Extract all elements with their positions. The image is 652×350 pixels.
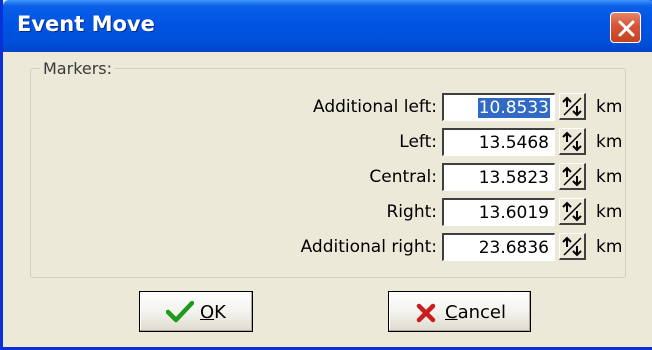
cancel-button[interactable]: Cancel <box>388 291 531 332</box>
spin-button[interactable] <box>559 233 586 260</box>
marker-row-right: Right: 13.6019 km <box>31 196 627 228</box>
unit-label: km <box>596 237 623 257</box>
marker-row-additional-left: Additional left: 10.8533 km <box>31 91 627 123</box>
spin-arrows-icon <box>562 236 582 257</box>
marker-row-additional-right: Additional right: 23.6836 km <box>31 231 627 263</box>
spin-button[interactable] <box>559 198 586 225</box>
ok-label: OK <box>200 302 226 323</box>
additional-right-input[interactable]: 23.6836 <box>442 233 555 261</box>
dialog-body: Markers: Additional left: 10.8533 km Lef… <box>6 52 652 347</box>
marker-value: 13.5468 <box>478 133 549 153</box>
marker-value: 13.6019 <box>478 203 549 223</box>
central-input[interactable]: 13.5823 <box>442 163 555 191</box>
unit-label: km <box>596 167 623 187</box>
marker-value: 10.8533 <box>477 98 550 118</box>
spin-arrows-icon <box>562 131 582 152</box>
marker-row-left: Left: 13.5468 km <box>31 126 627 158</box>
marker-value: 23.6836 <box>478 238 549 258</box>
marker-row-central: Central: 13.5823 km <box>31 161 627 193</box>
markers-group-label: Markers: <box>40 60 116 78</box>
spin-button[interactable] <box>559 163 586 190</box>
event-move-dialog: Event Move Markers: Additional left: 10.… <box>0 0 652 350</box>
x-mark-icon <box>416 303 436 323</box>
unit-label: km <box>596 132 623 152</box>
unit-label: km <box>596 97 623 117</box>
close-x-icon <box>618 20 635 37</box>
spin-button[interactable] <box>559 93 586 120</box>
spin-arrows-icon <box>562 166 582 187</box>
title-bar[interactable]: Event Move <box>3 0 652 52</box>
marker-value: 13.5823 <box>478 168 549 188</box>
close-button[interactable] <box>610 12 641 43</box>
marker-label: Additional left: <box>312 97 437 117</box>
cancel-label: Cancel <box>445 302 506 323</box>
window-title: Event Move <box>17 12 155 36</box>
spin-arrows-icon <box>562 96 582 117</box>
markers-groupbox: Markers: Additional left: 10.8533 km Lef… <box>30 60 627 278</box>
unit-label: km <box>596 202 623 222</box>
marker-label: Central: <box>369 167 437 187</box>
marker-label: Right: <box>386 202 438 222</box>
marker-label: Left: <box>399 132 437 152</box>
marker-label: Additional right: <box>300 237 437 257</box>
spin-arrows-icon <box>562 201 582 222</box>
spin-button[interactable] <box>559 128 586 155</box>
additional-left-input[interactable]: 10.8533 <box>442 93 555 121</box>
left-input[interactable]: 13.5468 <box>442 128 555 156</box>
checkmark-icon <box>166 301 194 323</box>
right-input[interactable]: 13.6019 <box>442 198 555 226</box>
ok-button[interactable]: OK <box>139 291 253 332</box>
